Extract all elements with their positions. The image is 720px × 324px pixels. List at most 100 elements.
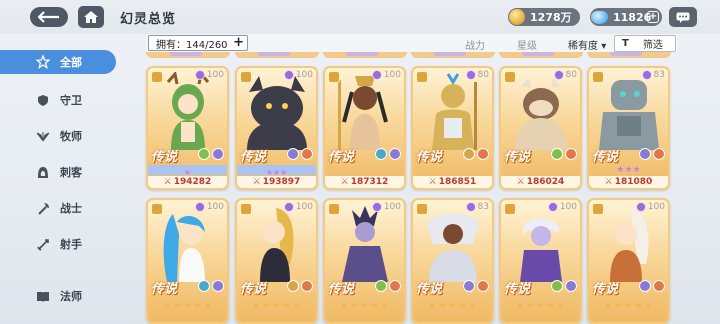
home-icon — [84, 11, 98, 23]
rarity-label: 传说 — [504, 150, 531, 165]
sidebar-item-guard[interactable]: 守卫 — [14, 88, 116, 112]
sidebar-item-warrior[interactable]: 战士 — [14, 196, 116, 220]
class-icon — [504, 71, 516, 83]
coin-icon — [509, 9, 525, 25]
hero-card[interactable]: 100 传说 ★ ★ ★ ★ ★ — [587, 198, 670, 324]
hero-card[interactable]: 100 传说 ★ ⚔ 194282 — [146, 66, 229, 190]
sidebar-item-label: 战士 — [60, 202, 82, 215]
book-icon — [36, 289, 50, 303]
filter-icon: T — [622, 38, 629, 49]
element-badges — [373, 280, 401, 292]
gold-amount: 1278万 — [530, 11, 572, 24]
sidebar-item-mage[interactable]: 法师 — [14, 284, 116, 308]
hero-card[interactable]: 100 传说 ★★★ ⚔ 193897 — [235, 66, 318, 190]
faction-icon — [653, 148, 665, 160]
sword-icon: ⚔ — [516, 177, 525, 187]
hero-level: 83 — [465, 202, 489, 212]
hero-card[interactable]: 100 传说 ⚔ 187312 — [323, 66, 406, 190]
expand-capacity-button[interactable]: + — [233, 36, 244, 49]
gem-currency: 11826 + — [590, 8, 662, 26]
faction-icon — [212, 280, 224, 292]
add-gems-button[interactable]: + — [647, 11, 659, 23]
hero-card[interactable]: 80 传说 ⚔ 186024 — [499, 66, 582, 190]
power-number: 181080 — [614, 177, 653, 187]
element-icon — [287, 148, 299, 160]
level-gem-icon — [553, 70, 564, 80]
hero-card[interactable]: 100 传说 ★ ★ ★ ★ ★ — [499, 198, 582, 324]
element-badges — [196, 280, 224, 292]
sidebar-item-label: 全部 — [60, 56, 82, 69]
chat-icon — [676, 12, 690, 23]
level-value: 80 — [565, 70, 577, 80]
sword-icon: ⚔ — [428, 177, 437, 187]
back-button[interactable] — [30, 7, 68, 27]
sidebar-item-label: 法师 — [60, 290, 82, 303]
class-icon — [592, 71, 604, 83]
sword-icon: ⚔ — [340, 177, 349, 187]
faction-icon — [477, 148, 489, 160]
level-value: 83 — [477, 202, 489, 212]
sidebar-item-label: 牧师 — [60, 130, 82, 143]
level-gem-icon — [194, 70, 205, 80]
element-icon — [463, 280, 475, 292]
hero-level: 100 — [283, 70, 313, 80]
element-badges — [461, 280, 489, 292]
rarity-label: 传说 — [504, 282, 531, 297]
class-icon — [416, 203, 428, 215]
hero-level: 100 — [635, 202, 665, 212]
element-badges — [637, 148, 665, 160]
power-value: ⚔ 181080 — [589, 176, 668, 188]
level-gem-icon — [465, 70, 476, 80]
power-number: 194282 — [173, 177, 212, 187]
filter-button[interactable]: T 筛选 — [614, 35, 676, 52]
hero-card[interactable]: 100 传说 ★ ★ ★ ★ ★ — [146, 198, 229, 324]
sidebar-item-label: 刺客 — [60, 166, 82, 179]
power-value: ⚔ 193897 — [237, 176, 316, 188]
page-title: 幻灵总览 — [120, 12, 177, 27]
level-value: 83 — [653, 70, 665, 80]
level-gem-icon — [547, 202, 558, 212]
element-icon — [551, 148, 563, 160]
hero-card[interactable]: 83 传说 ★ ★ ★ ★ ★ — [411, 198, 494, 324]
sort-rarity-tab[interactable]: 稀有度 ▾ — [568, 37, 606, 52]
power-value: ⚔ 194282 — [148, 176, 227, 188]
faction-icon — [565, 148, 577, 160]
hero-level: 100 — [371, 202, 401, 212]
element-icon — [198, 280, 210, 292]
sword-icon: ⚔ — [252, 177, 261, 187]
element-icon — [375, 280, 387, 292]
sidebar-item-all[interactable]: 全部 — [0, 50, 116, 74]
home-button[interactable] — [78, 6, 104, 28]
hero-level: 100 — [547, 202, 577, 212]
rarity-label: 传说 — [240, 150, 267, 165]
hero-card[interactable]: 100 传说 ★ ★ ★ ★ ★ — [235, 198, 318, 324]
star-rating: ★ ★ ★ ★ ★ — [340, 301, 389, 311]
sort-power-tab[interactable]: 战力 — [465, 37, 485, 52]
power-value: ⚔ 186851 — [413, 176, 492, 188]
rarity-label: 传说 — [592, 282, 619, 297]
bow-icon — [36, 237, 50, 251]
chat-button[interactable] — [669, 7, 697, 27]
hero-card[interactable]: 100 传说 ★ ★ ★ ★ ★ — [323, 198, 406, 324]
hero-level: 80 — [553, 70, 577, 80]
star-rating: ★★★ — [616, 165, 641, 175]
level-value: 100 — [383, 70, 401, 80]
class-icon — [240, 71, 252, 83]
level-value: 100 — [559, 202, 577, 212]
hero-card[interactable]: 80 传说 ⚔ 186851 — [411, 66, 494, 190]
sidebar-item-assassin[interactable]: 刺客 — [14, 160, 116, 184]
star-bar: ★★★ — [237, 165, 316, 177]
rarity-label: 传说 — [240, 282, 267, 297]
owned-count-label: 拥有：144/260 — [156, 39, 228, 51]
hero-card[interactable]: 83 传说 ★★★ ⚔ 181080 — [587, 66, 670, 190]
element-badges — [549, 148, 577, 160]
class-icon — [240, 203, 252, 215]
sidebar-item-archer[interactable]: 射手 — [14, 232, 116, 256]
star-rating: ★ ★ ★ ★ ★ — [428, 301, 477, 311]
sword-icon: ⚔ — [163, 177, 172, 187]
star-rating: ★ ★ ★ ★ ★ — [252, 301, 301, 311]
hero-level: 100 — [194, 70, 224, 80]
sort-star-tab[interactable]: 星级 — [517, 37, 537, 52]
sidebar-item-priest[interactable]: 牧师 — [14, 124, 116, 148]
rarity-label: 传说 — [592, 150, 619, 165]
